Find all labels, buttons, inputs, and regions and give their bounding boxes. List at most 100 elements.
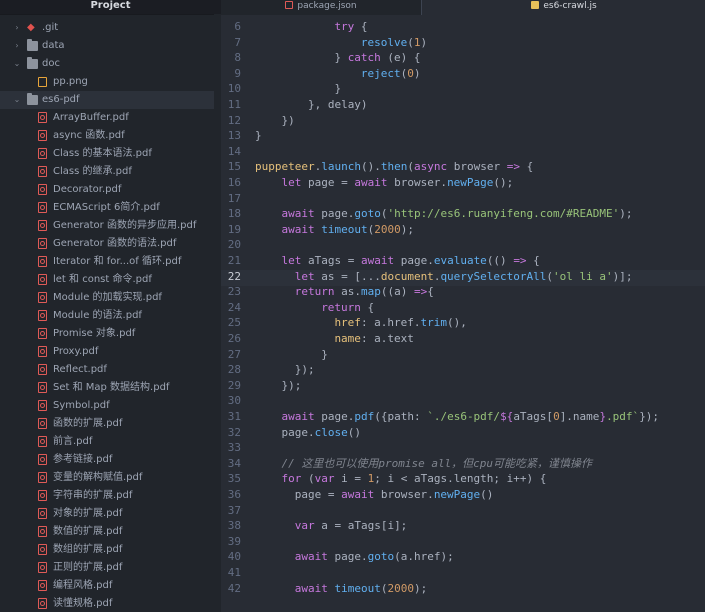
tree-file[interactable]: 对象的扩展.pdf [0,505,214,523]
code-line[interactable]: await timeout(2000); [281,222,413,238]
tab-es6-crawl-js[interactable]: es6-crawl.js [421,0,705,15]
line-number: 35 [227,472,241,486]
code-token: resolve [360,35,408,49]
code-line[interactable]: let as = [...document.querySelectorAll('… [295,269,633,285]
code-line[interactable]: for (var i = 1; i < aTags.length; i++) { [281,471,546,487]
tree-folder[interactable]: › data [0,37,214,55]
tree-file[interactable]: 数值的扩展.pdf [0,523,214,541]
code-token: var [294,519,315,533]
code-line[interactable]: } [255,128,262,144]
tree-item-label: Module 的加载实现.pdf [53,292,162,303]
pdf-file-icon [38,490,47,501]
code-line[interactable]: }) [281,113,294,129]
tree-file[interactable]: async 函数.pdf [0,127,214,145]
tree-file[interactable]: 读懂规格.pdf [0,595,214,612]
code-line[interactable]: }); [295,362,315,378]
tree-file[interactable]: Class 的基本语法.pdf [0,145,214,163]
folder-icon [27,93,38,105]
code-line[interactable]: } [334,81,341,97]
tree-file[interactable]: Iterator 和 for...of 循环.pdf [0,253,214,271]
code-line[interactable]: resolve(1) [361,35,427,51]
pdf-file-icon [38,418,47,429]
line-number: 13 [227,129,241,143]
code-token: (() [486,254,514,267]
code-line[interactable]: }); [281,378,301,394]
git-icon: ◆ [27,22,35,33]
code-token: goto [354,207,381,221]
code-token: await [281,222,315,236]
code-token: ].name [559,410,600,423]
tree-file[interactable]: Module 的加载实现.pdf [0,289,214,307]
chevron-down-icon[interactable]: ⌄ [13,95,21,105]
pdf-file-icon [38,454,47,465]
code-line[interactable]: reject(0) [361,66,421,82]
chevron-right-icon[interactable]: › [13,41,21,51]
tree-file[interactable]: 函数的扩展.pdf [0,415,214,433]
tree-folder[interactable]: › ◆ .git [0,19,214,37]
code-line[interactable]: } catch (e) { [334,50,420,66]
code-line[interactable]: await page.goto('http://es6.ruanyifeng.c… [281,206,632,222]
tree-file[interactable]: let 和 const 命令.pdf [0,271,214,289]
code-line[interactable]: page = await browser.newPage() [295,487,494,503]
tree-file[interactable]: pp.png [0,73,214,91]
code-line[interactable]: await page.pdf({path: `./es6-pdf/${aTags… [281,409,659,425]
code-line[interactable]: return { [321,300,374,316]
tree-file[interactable]: 正则的扩展.pdf [0,559,214,577]
code-line[interactable]: let aTags = await page.evaluate(() => { [281,253,539,269]
code-line[interactable]: let page = await browser.newPage(); [281,175,513,191]
tree-file[interactable]: Generator 函数的语法.pdf [0,235,214,253]
code-line[interactable]: return as.map((a) =>{ [295,284,434,300]
code-token: await [354,176,388,189]
tree-item-label: Iterator 和 for...of 循环.pdf [53,256,182,267]
tree-file[interactable]: ECMAScript 6简介.pdf [0,199,214,217]
tree-file[interactable]: Reflect.pdf [0,361,214,379]
tree-file[interactable]: 变量的解构赋值.pdf [0,469,214,487]
line-number: 21 [227,254,241,267]
code-line[interactable]: await page.goto(a.href); [295,549,454,565]
code-token: ); [413,581,428,595]
tree-file[interactable]: Decorator.pdf [0,181,214,199]
sidebar-scrollbar[interactable] [214,14,221,612]
tree-file[interactable]: Set 和 Map 数据结构.pdf [0,379,214,397]
chevron-down-icon[interactable]: ⌄ [13,59,21,69]
code-line[interactable]: name: a.text [334,331,413,347]
code-line[interactable]: page.close() [281,425,361,441]
tree-file[interactable]: Class 的继承.pdf [0,163,214,181]
tree-file[interactable]: 参考链接.pdf [0,451,214,469]
tree-file[interactable]: Promise 对象.pdf [0,325,214,343]
tree-file[interactable]: 字符串的扩展.pdf [0,487,214,505]
tree-item-label: 数组的扩展.pdf [53,544,123,555]
tree-folder[interactable]: ⌄ doc [0,55,214,73]
code-token: }); [294,363,315,377]
code-line[interactable]: } [321,347,328,363]
code-line[interactable]: var a = aTags[i]; [295,518,408,534]
tree-file[interactable]: Symbol.pdf [0,397,214,415]
code-area[interactable]: 6 try {7 resolve(1) 8} catch (e) {9 reject(0… [221,15,705,612]
tree-file[interactable]: Module 的语法.pdf [0,307,214,325]
chevron-right-icon[interactable]: › [13,23,21,33]
code-line[interactable]: try { [334,19,367,35]
code-line[interactable]: await timeout(2000); [295,581,427,597]
tree-file[interactable]: Proxy.pdf [0,343,214,361]
code-editor[interactable]: 6 try {7 resolve(1) 8} catch (e) {9 reject(0… [221,15,705,612]
pdf-file-icon [38,292,47,303]
line-number: 25 [227,316,241,330]
tree-file[interactable]: 数组的扩展.pdf [0,541,214,559]
line-number: 31 [227,410,241,423]
tree-file[interactable]: 编程风格.pdf [0,577,214,595]
code-line[interactable]: puppeteer.launch().then(async browser =>… [255,159,533,175]
tree-file[interactable]: ArrayBuffer.pdf [0,109,214,127]
code-token: ((a) [380,285,414,299]
code-token: 1 [413,35,421,49]
code-line[interactable]: href: a.href.trim(), [334,315,466,331]
tree-folder[interactable]: ⌄ es6-pdf [0,91,214,109]
code-line[interactable]: }, delay) [308,97,368,113]
tree-file[interactable]: 前言.pdf [0,433,214,451]
code-token: { [519,160,534,174]
code-token: } [255,129,262,143]
code-token: href [334,316,361,330]
code-token: name [334,332,361,345]
tab-package-json[interactable]: package.json [221,0,421,15]
tree-file[interactable]: Generator 函数的异步应用.pdf [0,217,214,235]
code-line[interactable]: // 这里也可以使用promise all，但cpu可能吃紧，谨慎操作 [281,456,592,472]
